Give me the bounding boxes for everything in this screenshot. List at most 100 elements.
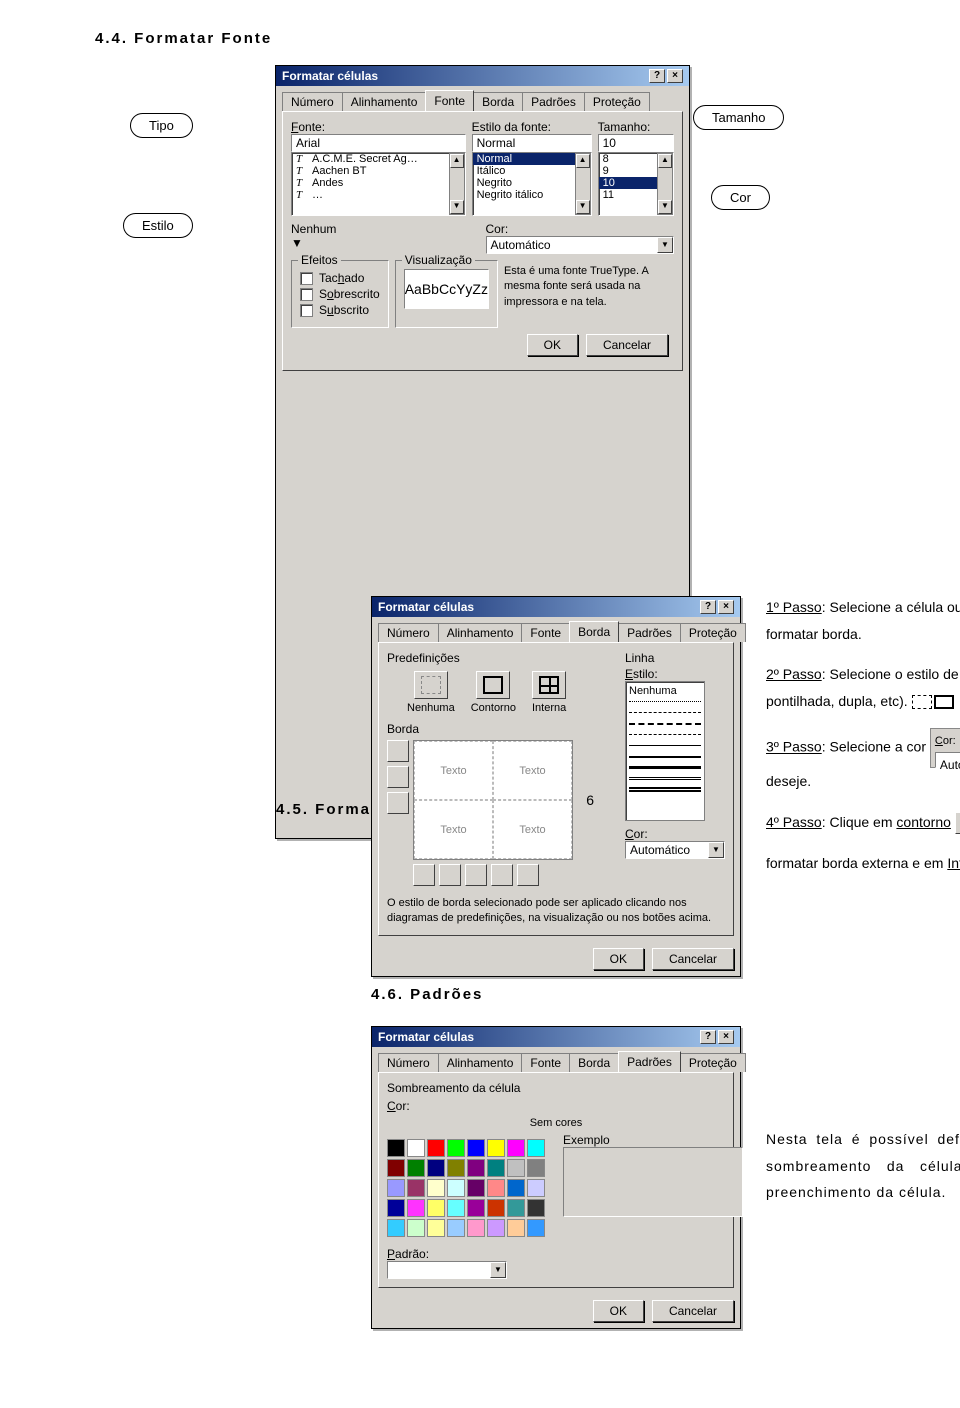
color-swatch[interactable] <box>447 1199 465 1217</box>
color-swatch[interactable] <box>447 1159 465 1177</box>
color-swatch[interactable] <box>487 1219 505 1237</box>
border-bottom-button[interactable] <box>517 864 539 886</box>
style-list[interactable]: Normal Itálico Negrito Negrito itálico <box>473 153 575 215</box>
tab-alinhamento[interactable]: Alinhamento <box>342 92 427 111</box>
color-swatch[interactable] <box>527 1139 545 1157</box>
tab-padroes[interactable]: Padrões <box>522 92 585 111</box>
cancel-button[interactable]: Cancelar <box>586 334 668 356</box>
color-swatch[interactable] <box>407 1199 425 1217</box>
color-swatch[interactable] <box>447 1139 465 1157</box>
color-swatch[interactable] <box>407 1139 425 1157</box>
scrollbar[interactable]: ▲▼ <box>449 153 465 215</box>
color-swatch[interactable] <box>507 1199 525 1217</box>
tab-padroes[interactable]: Padrões <box>618 1051 681 1072</box>
color-combo[interactable]: Automático▼ <box>486 236 675 254</box>
size-list[interactable]: 8 9 10 11 <box>599 153 657 215</box>
ok-button[interactable]: OK <box>593 948 644 970</box>
border-side-button[interactable] <box>387 740 409 762</box>
border-bottom-button[interactable] <box>439 864 461 886</box>
scrollbar[interactable]: ▲▼ <box>657 153 673 215</box>
close-button[interactable]: × <box>718 1030 734 1044</box>
color-swatch[interactable] <box>407 1219 425 1237</box>
check-sobrescrito[interactable]: Sobrescrito <box>300 287 380 301</box>
color-swatch[interactable] <box>467 1139 485 1157</box>
color-swatch[interactable] <box>507 1139 525 1157</box>
tab-padroes[interactable]: Padrões <box>618 623 681 642</box>
color-swatch[interactable] <box>487 1199 505 1217</box>
color-swatch[interactable] <box>427 1219 445 1237</box>
help-button[interactable]: ? <box>700 1030 716 1044</box>
border-bottom-button[interactable] <box>413 864 435 886</box>
tab-numero[interactable]: Número <box>378 1053 439 1072</box>
tab-borda[interactable]: Borda <box>569 1053 619 1072</box>
color-swatch[interactable] <box>427 1139 445 1157</box>
font-input[interactable]: Arial <box>291 134 466 152</box>
tab-numero[interactable]: Número <box>378 623 439 642</box>
close-button[interactable]: × <box>667 69 683 83</box>
border-bottom-button[interactable] <box>491 864 513 886</box>
color-swatch[interactable] <box>427 1179 445 1197</box>
color-swatch[interactable] <box>407 1179 425 1197</box>
check-tachado[interactable]: Tachado <box>300 271 380 285</box>
check-subscrito[interactable]: Subscrito <box>300 303 380 317</box>
predef-interna[interactable] <box>532 671 566 699</box>
color-swatch[interactable] <box>507 1219 525 1237</box>
color-swatch[interactable] <box>427 1159 445 1177</box>
border-side-button[interactable] <box>387 792 409 814</box>
color-swatch[interactable] <box>387 1159 405 1177</box>
pattern-combo[interactable]: ▼ <box>387 1261 507 1279</box>
border-bottom-button[interactable] <box>465 864 487 886</box>
close-button[interactable]: × <box>718 600 734 614</box>
color-swatch[interactable] <box>467 1219 485 1237</box>
border-side-button[interactable] <box>387 766 409 788</box>
tab-fonte[interactable]: Fonte <box>521 1053 570 1072</box>
ok-button[interactable]: OK <box>593 1300 644 1322</box>
color-swatch[interactable] <box>507 1179 525 1197</box>
color-swatch[interactable] <box>387 1219 405 1237</box>
ok-button[interactable]: OK <box>527 334 578 356</box>
tab-protecao[interactable]: Proteção <box>680 623 746 642</box>
scrollbar[interactable]: ▲▼ <box>575 153 591 215</box>
tab-fonte[interactable]: Fonte <box>425 90 474 111</box>
color-swatch[interactable] <box>447 1179 465 1197</box>
predef-contorno[interactable] <box>476 671 510 699</box>
border-preview[interactable]: TextoTexto TextoTexto <box>413 740 573 860</box>
color-swatch[interactable] <box>467 1159 485 1177</box>
color-grid[interactable] <box>387 1139 545 1237</box>
tab-protecao[interactable]: Proteção <box>584 92 650 111</box>
tab-borda[interactable]: Borda <box>473 92 523 111</box>
no-color[interactable]: Sem cores <box>387 1117 725 1129</box>
tab-fonte[interactable]: Fonte <box>521 623 570 642</box>
color-swatch[interactable] <box>487 1159 505 1177</box>
font-list[interactable]: TA.C.M.E. Secret Ag… TAachen BT TAndes T… <box>292 153 449 215</box>
color-swatch[interactable] <box>467 1199 485 1217</box>
line-style-list[interactable]: Nenhuma <box>625 681 705 821</box>
tab-alinhamento[interactable]: Alinhamento <box>438 623 523 642</box>
predef-nenhuma[interactable] <box>414 671 448 699</box>
color-swatch[interactable] <box>507 1159 525 1177</box>
color-swatch[interactable] <box>387 1179 405 1197</box>
color-swatch[interactable] <box>527 1159 545 1177</box>
color-swatch[interactable] <box>527 1219 545 1237</box>
cancel-button[interactable]: Cancelar <box>652 948 734 970</box>
color-swatch[interactable] <box>387 1139 405 1157</box>
color-swatch[interactable] <box>527 1179 545 1197</box>
color-swatch[interactable] <box>447 1219 465 1237</box>
tab-borda[interactable]: Borda <box>569 621 619 642</box>
border-color-combo[interactable]: Automático▼ <box>625 841 725 859</box>
color-swatch[interactable] <box>427 1199 445 1217</box>
color-swatch[interactable] <box>527 1199 545 1217</box>
tab-alinhamento[interactable]: Alinhamento <box>438 1053 523 1072</box>
cancel-button[interactable]: Cancelar <box>652 1300 734 1322</box>
style-input[interactable]: Normal <box>472 134 592 152</box>
color-swatch[interactable] <box>467 1179 485 1197</box>
color-swatch[interactable] <box>487 1139 505 1157</box>
tab-protecao[interactable]: Proteção <box>680 1053 746 1072</box>
help-button[interactable]: ? <box>649 69 665 83</box>
color-swatch[interactable] <box>487 1179 505 1197</box>
help-button[interactable]: ? <box>700 600 716 614</box>
color-swatch[interactable] <box>407 1159 425 1177</box>
size-input[interactable]: 10 <box>598 134 674 152</box>
tab-numero[interactable]: Número <box>282 92 343 111</box>
color-swatch[interactable] <box>387 1199 405 1217</box>
